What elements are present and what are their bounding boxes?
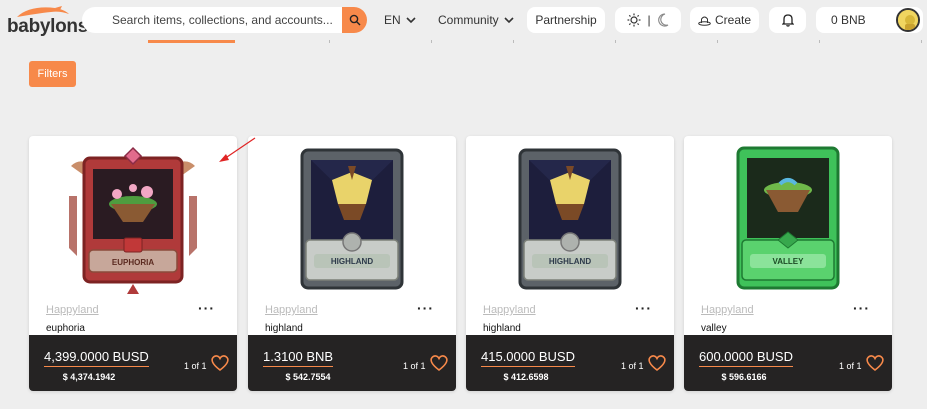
bell-icon <box>781 14 794 27</box>
create-button[interactable]: Create <box>690 7 759 33</box>
search-bar[interactable]: Search items, collections, and accounts.… <box>82 7 367 33</box>
partnership-label: Partnership <box>535 13 597 27</box>
logo-text: babylons <box>7 16 89 37</box>
more-options-button[interactable]: ··· <box>635 300 652 316</box>
more-options-button[interactable]: ··· <box>853 300 870 316</box>
edition-count: 1 of 1 <box>621 361 644 371</box>
usd-price: $ 542.7554 <box>285 372 331 382</box>
tab-divider <box>615 40 616 43</box>
card-art-label: VALLEY <box>773 257 805 266</box>
community-label: Community <box>438 13 499 27</box>
nft-card[interactable]: HIGHLAND Happyland ··· highland 415.0000… <box>466 136 674 391</box>
filters-label: Filters <box>37 68 68 80</box>
tab-divider <box>513 40 514 43</box>
more-options-button[interactable]: ··· <box>417 300 434 316</box>
heart-icon[interactable] <box>210 354 230 372</box>
sun-icon[interactable] <box>627 13 641 27</box>
more-options-button[interactable]: ··· <box>198 300 215 316</box>
edition-count: 1 of 1 <box>403 361 426 371</box>
chevron-down-icon <box>504 16 514 23</box>
heart-icon[interactable] <box>865 354 885 372</box>
search-input[interactable]: Search items, collections, and accounts.… <box>112 13 333 27</box>
chevron-down-icon <box>406 16 416 23</box>
nft-image[interactable]: HIGHLAND <box>466 136 674 296</box>
language-label: EN <box>384 13 401 27</box>
active-tab-indicator <box>148 40 235 43</box>
edition-count: 1 of 1 <box>839 361 862 371</box>
avatar-image <box>898 10 918 30</box>
nft-name: highland <box>265 323 303 334</box>
create-icon <box>698 16 711 26</box>
search-button[interactable] <box>342 7 367 33</box>
nft-image[interactable]: EUPHORIA <box>29 136 237 296</box>
nft-name: euphoria <box>46 323 85 334</box>
nft-name: valley <box>701 323 727 334</box>
edition-count: 1 of 1 <box>184 361 207 371</box>
logo[interactable]: babylons <box>7 4 88 37</box>
heart-icon[interactable] <box>647 354 667 372</box>
top-header: babylons Search items, collections, and … <box>0 0 927 40</box>
card-footer: 415.0000 BUSD $ 412.6598 1 of 1 <box>466 335 674 391</box>
tab-divider <box>717 40 718 43</box>
card-footer: 600.0000 BUSD $ 596.6166 1 of 1 <box>684 335 892 391</box>
collection-link[interactable]: Happyland <box>46 304 99 316</box>
wallet-button[interactable]: 0 BNB <box>816 7 923 33</box>
nft-card[interactable]: HIGHLAND Happyland ··· highland 1.3100 B… <box>248 136 456 391</box>
community-menu[interactable]: Community <box>438 13 514 27</box>
search-icon <box>349 14 360 26</box>
card-art-label: HIGHLAND <box>331 257 373 266</box>
price: 600.0000 BUSD <box>699 349 793 367</box>
nft-image[interactable]: VALLEY <box>684 136 892 296</box>
collection-link[interactable]: Happyland <box>265 304 318 316</box>
notifications-button[interactable] <box>769 7 806 33</box>
price: 415.0000 BUSD <box>481 349 575 367</box>
nft-card[interactable]: VALLEY Happyland ··· valley 600.0000 BUS… <box>684 136 892 391</box>
nft-name: highland <box>483 323 521 334</box>
usd-price: $ 596.6166 <box>721 372 767 382</box>
price: 1.3100 BNB <box>263 349 334 367</box>
usd-price: $ 412.6598 <box>503 372 549 382</box>
tab-divider <box>431 40 432 43</box>
partnership-button[interactable]: Partnership <box>527 7 605 33</box>
moon-icon[interactable] <box>657 13 669 27</box>
collection-link[interactable]: Happyland <box>483 304 536 316</box>
avatar[interactable] <box>896 8 920 32</box>
nft-card[interactable]: EUPHORIA Happyland ··· euphoria 4,399.00… <box>29 136 237 391</box>
collection-link[interactable]: Happyland <box>701 304 754 316</box>
card-art-label: HIGHLAND <box>549 257 591 266</box>
language-selector[interactable]: EN <box>384 13 416 27</box>
create-label: Create <box>714 13 752 27</box>
nft-image[interactable]: HIGHLAND <box>248 136 456 296</box>
usd-price: $ 4,374.1942 <box>62 372 116 382</box>
filters-button[interactable]: Filters <box>29 61 76 87</box>
heart-icon[interactable] <box>429 354 449 372</box>
wallet-balance: 0 BNB <box>831 13 866 27</box>
theme-separator: | <box>647 13 651 27</box>
theme-toggle[interactable]: | <box>615 7 681 33</box>
tab-divider <box>819 40 820 43</box>
tab-divider <box>921 40 922 43</box>
tab-divider <box>329 40 330 43</box>
card-footer: 1.3100 BNB $ 542.7554 1 of 1 <box>248 335 456 391</box>
card-footer: 4,399.0000 BUSD $ 4,374.1942 1 of 1 <box>29 335 237 391</box>
card-art-label: EUPHORIA <box>112 258 154 267</box>
price: 4,399.0000 BUSD <box>44 349 149 367</box>
